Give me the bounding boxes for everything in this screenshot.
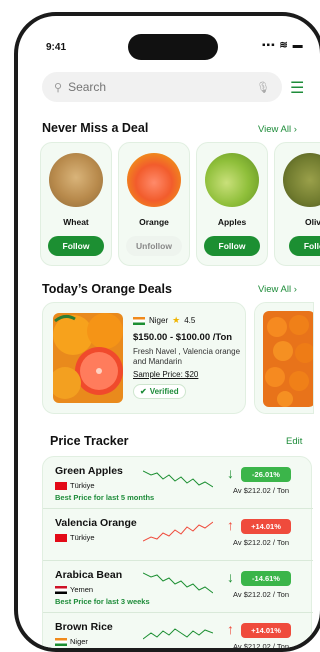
- deal-name: Orange: [139, 217, 169, 227]
- yemen-flag-icon: [55, 585, 67, 594]
- origin-name: Türkiye: [70, 481, 95, 490]
- tracker-edit-link[interactable]: Edit: [286, 436, 302, 447]
- deal-rating: 4.5: [184, 316, 196, 325]
- price-sparkline: [143, 572, 213, 594]
- phone-frame: 9:41 ▪▪▪ ≋ ▬ ⚲ 🎙 ☰ Never Miss a Deal Vie…: [14, 12, 320, 652]
- niger-flag-icon: [133, 316, 145, 325]
- commodity-name: Valencia Orange: [55, 517, 137, 529]
- price-change-badge: +14.01%: [241, 519, 291, 534]
- origin-name: Yemen: [70, 585, 94, 594]
- deal-card-wheat[interactable]: Wheat Follow: [40, 142, 112, 266]
- best-price-note: Best Price for last 5 months: [55, 493, 155, 502]
- status-time: 9:41: [46, 42, 67, 53]
- price-change-badge: +14.01%: [241, 623, 291, 638]
- price-tracker-title: Price Tracker: [50, 434, 129, 448]
- orange-product-image: [53, 313, 123, 403]
- deal-price: $150.00 - $100.00 /Ton: [133, 332, 233, 343]
- verified-label: Verified: [149, 387, 179, 396]
- deal-card-orange[interactable]: Orange Unfollow: [118, 142, 190, 266]
- price-change-badge: -14.61%: [241, 571, 291, 586]
- best-price-note: Best Price for last 3 weeks: [55, 597, 150, 606]
- unfollow-button[interactable]: Unfollow: [126, 236, 182, 256]
- deals-view-all-link[interactable]: View All ›: [258, 124, 297, 135]
- price-change-badge: -26.01%: [241, 467, 291, 482]
- oranges-image: [255, 303, 313, 413]
- apples-image: [205, 153, 259, 207]
- tracker-row[interactable]: Valencia Orange Türkiye ↑ +14.01% Av $21…: [43, 509, 313, 561]
- orange-deal-card[interactable]: Niger ★ 4.5 $150.00 - $100.00 /Ton Fresh…: [42, 302, 246, 414]
- sample-price-link[interactable]: Sample Price: $20: [133, 370, 243, 379]
- orange-view-all-link[interactable]: View All ›: [258, 284, 297, 295]
- orange-deal-info: Niger ★ 4.5 $150.00 - $100.00 /Ton Fresh…: [133, 315, 243, 399]
- average-price: Av $212.02 / Ton: [233, 486, 290, 495]
- orange-deals-title: Today’s Orange Deals: [42, 282, 172, 296]
- origin-name: Türkiye: [70, 533, 95, 542]
- tracker-row[interactable]: Arabica Bean Yemen Best Price for last 3…: [43, 561, 313, 613]
- turkey-flag-icon: [55, 533, 67, 542]
- status-icons: ▪▪▪ ≋ ▬: [262, 40, 304, 51]
- turkey-flag-icon: [55, 481, 67, 490]
- origin-name: Niger: [70, 637, 88, 646]
- deal-name: Apples: [217, 217, 247, 227]
- price-sparkline: [143, 470, 213, 488]
- arrow-up-icon: ↑: [227, 621, 234, 637]
- price-sparkline: [143, 521, 213, 542]
- deal-name: Wheat: [63, 217, 89, 227]
- commodity-name: Arabica Bean: [55, 569, 123, 581]
- follow-button[interactable]: Follow: [204, 236, 260, 256]
- star-icon: ★: [172, 315, 181, 325]
- average-price: Av $212.02 / Ton: [233, 642, 290, 651]
- price-tracker-list: Green Apples Türkiye Best Price for last…: [42, 456, 313, 651]
- dynamic-island: [128, 34, 218, 60]
- olive-image: [283, 153, 320, 207]
- verified-badge: ✔ Verified: [133, 384, 186, 399]
- commodity-origin: Türkiye: [55, 481, 95, 490]
- tracker-row[interactable]: Brown Rice Niger ↑ +14.01% Av $212.02 / …: [43, 613, 313, 651]
- search-icon: ⚲: [54, 81, 63, 94]
- average-price: Av $212.02 / Ton: [233, 590, 290, 599]
- arrow-down-icon: ↓: [227, 465, 234, 481]
- arrow-down-icon: ↓: [227, 569, 234, 585]
- deal-card-olive[interactable]: Oliv Follo: [274, 142, 320, 266]
- commodity-name: Brown Rice: [55, 621, 113, 633]
- arrow-up-icon: ↑: [227, 517, 234, 533]
- tracker-row[interactable]: Green Apples Türkiye Best Price for last…: [43, 457, 313, 509]
- commodity-origin: Türkiye: [55, 533, 95, 542]
- screen: 9:41 ▪▪▪ ≋ ▬ ⚲ 🎙 ☰ Never Miss a Deal Vie…: [24, 20, 320, 648]
- deal-description: Fresh Navel , Valencia orange and Mandar…: [133, 347, 241, 366]
- microphone-icon[interactable]: 🎙: [256, 81, 270, 94]
- deals-section-title: Never Miss a Deal: [42, 121, 149, 135]
- commodity-origin: Yemen: [55, 585, 93, 594]
- wheat-image: [49, 153, 103, 207]
- niger-flag-icon: [55, 637, 67, 646]
- deal-country: Niger: [149, 316, 169, 325]
- average-price: Av $212.02 / Ton: [233, 538, 290, 547]
- orange-image: [127, 153, 181, 207]
- search-bar[interactable]: ⚲ 🎙: [42, 72, 282, 102]
- commodity-origin: Niger: [55, 637, 88, 646]
- commodity-name: Green Apples: [55, 465, 123, 477]
- price-sparkline: [143, 628, 213, 640]
- filter-icon[interactable]: ☰: [290, 78, 304, 98]
- checkmark-icon: ✔: [140, 387, 147, 396]
- orange-deal-card-2[interactable]: [254, 302, 314, 414]
- follow-button[interactable]: Follo: [289, 236, 320, 256]
- follow-button[interactable]: Follow: [48, 236, 104, 256]
- deal-name: Oliv: [304, 217, 320, 227]
- search-input[interactable]: [68, 80, 229, 94]
- status-bar: 9:41 ▪▪▪ ≋ ▬: [24, 20, 320, 60]
- deal-card-apples[interactable]: Apples Follow: [196, 142, 268, 266]
